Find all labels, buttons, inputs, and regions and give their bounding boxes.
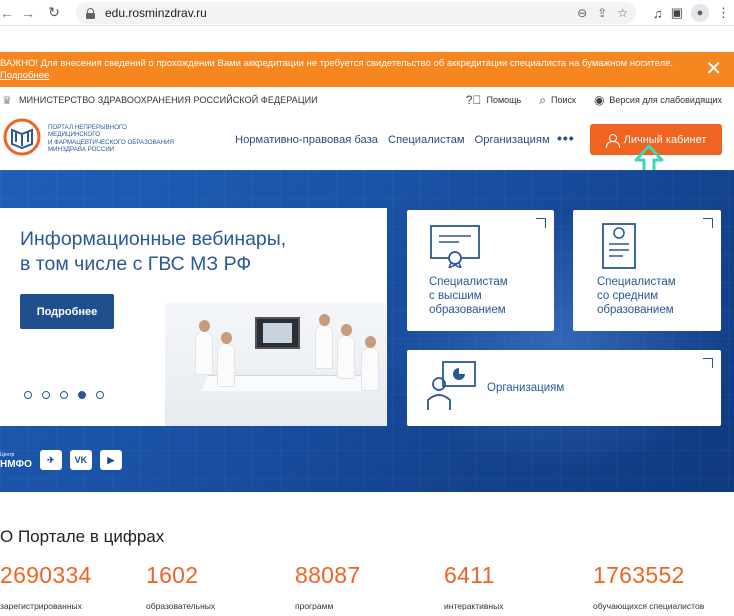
stat-item: 2690334 зарегистрированных	[0, 562, 92, 611]
hero-banner: Информационные вебинары, в том числе с Г…	[0, 170, 734, 492]
main-nav: Нормативно-правовая база Специалистам Ор…	[235, 134, 550, 146]
stat-value: 88087	[295, 562, 361, 588]
stat-label: интерактивных	[444, 601, 504, 611]
alert-more-link[interactable]: Подробнее	[0, 70, 734, 81]
vk-icon[interactable]: VK	[69, 450, 92, 470]
video-screen	[255, 317, 300, 349]
alert-text: ВАЖНО! Для внесения сведений о прохожден…	[0, 58, 674, 69]
back-arrow-icon[interactable]: ←	[0, 3, 14, 23]
emblem-icon: ♛	[2, 95, 12, 107]
question-icon: ?⃝	[465, 93, 482, 107]
card-organizations[interactable]: Организациям	[407, 350, 721, 426]
url-text[interactable]: edu.rosminzdrav.ru	[105, 6, 207, 20]
corner-icon	[703, 358, 713, 368]
card-middle-label: Специалистам со средним образованием	[597, 276, 676, 316]
doctor-figure	[361, 336, 379, 391]
stat-item: 88087 программ	[295, 562, 360, 611]
stat-item: 6411 интерактивных	[444, 562, 503, 611]
slider-dot[interactable]	[24, 391, 32, 399]
stat-value: 6411	[444, 562, 495, 588]
corner-icon	[536, 218, 546, 228]
forward-arrow-icon[interactable]: →	[18, 3, 38, 23]
accessibility-link[interactable]: ◉ Версия для слабовидящих	[594, 93, 722, 107]
stat-label: обучающихся специалистов	[593, 601, 705, 611]
card-middle-education[interactable]: Специалистам со средним образованием	[573, 210, 721, 331]
address-bar[interactable]: edu.rosminzdrav.ru ⊖ ⇪ ☆	[76, 2, 636, 24]
user-icon	[605, 133, 620, 148]
card-higher-education[interactable]: Специалистам с высшим образованием	[407, 210, 554, 331]
menu-dots-icon[interactable]: ⋮	[717, 5, 730, 21]
slider-dot[interactable]	[60, 391, 68, 399]
doctor-figure	[195, 320, 213, 375]
stat-item: 1602 образовательных	[146, 562, 215, 611]
help-link[interactable]: ?⃝ Помощь	[466, 93, 521, 107]
nav-specialists[interactable]: Специалистам	[388, 134, 465, 146]
portal-name[interactable]: ПОРТАЛ НЕПРЕРЫВНОГО МЕДИЦИНСКОГО И ФАРМА…	[48, 124, 174, 154]
slider-dots	[24, 391, 104, 399]
stat-label: программ	[295, 601, 334, 611]
slider-dot-active[interactable]	[78, 391, 86, 399]
search-label: Поиск	[550, 95, 576, 105]
stat-value: 2690334	[0, 562, 92, 588]
telegram-icon[interactable]: ✈	[39, 450, 62, 470]
slide-title: Информационные вебинары, в том числе с Г…	[20, 228, 287, 275]
certificate-icon	[602, 223, 636, 269]
youtube-icon[interactable]: ▶	[99, 450, 122, 470]
portal-header: ПОРТАЛ НЕПРЕРЫВНОГО МЕДИЦИНСКОГО И ФАРМА…	[0, 114, 734, 168]
doctor-figure	[337, 324, 355, 379]
corner-icon	[703, 218, 713, 228]
hero-slide[interactable]: Информационные вебинары, в том числе с Г…	[0, 208, 387, 426]
stat-value: 1763552	[593, 562, 685, 588]
card-organizations-label: Организациям	[487, 382, 565, 394]
stat-label: зарегистрированных	[0, 601, 82, 611]
stat-value: 1602	[146, 562, 199, 588]
close-icon[interactable]: ✕	[705, 56, 722, 81]
portal-logo-icon[interactable]	[3, 118, 41, 156]
stats-row: 2690334 зарегистрированных 1602 образова…	[0, 562, 734, 616]
more-menu-icon[interactable]: •••	[557, 130, 575, 146]
zoom-icon[interactable]: ⊖	[577, 6, 587, 20]
important-alert-bar: ВАЖНО! Для внесения сведений о прохожден…	[0, 52, 734, 87]
lock-icon[interactable]	[86, 7, 95, 19]
media-icon[interactable]: ♫	[653, 6, 663, 21]
slide-more-button[interactable]: Подробнее	[20, 294, 114, 329]
accessibility-label: Версия для слабовидящих	[609, 95, 722, 105]
browser-toolbar: ← → ↻ edu.rosminzdrav.ru ⊖ ⇪ ☆ ♫ ▣ ● ⋮	[0, 0, 734, 26]
webinar-photo	[165, 303, 387, 426]
stat-label: образовательных	[146, 601, 216, 611]
presentation-icon	[427, 361, 476, 410]
diploma-icon	[430, 225, 480, 268]
stat-item: 1763552 обучающихся специалистов	[593, 562, 704, 611]
social-links: Центр НМФО ✈ VK ▶	[0, 450, 122, 470]
nav-legal-base[interactable]: Нормативно-правовая база	[235, 134, 378, 146]
ministry-name[interactable]: МИНИСТЕРСТВО ЗДРАВООХРАНЕНИЯ РОССИЙСКОЙ …	[19, 95, 318, 105]
slider-dot[interactable]	[96, 391, 104, 399]
profile-avatar-icon[interactable]: ●	[691, 4, 709, 22]
search-link[interactable]: ⌕ Поиск	[539, 93, 576, 108]
ministry-bar: ♛ МИНИСТЕРСТВО ЗДРАВООХРАНЕНИЯ РОССИЙСКО…	[0, 89, 734, 111]
sidebar-icon[interactable]: ▣	[671, 5, 683, 21]
nmfo-logo[interactable]: Центр НМФО	[0, 450, 32, 470]
stats-title: О Портале в цифрах	[0, 527, 165, 546]
share-icon[interactable]: ⇪	[597, 6, 607, 20]
doctor-figure	[217, 332, 235, 387]
help-label: Помощь	[486, 95, 522, 105]
reload-icon[interactable]: ↻	[44, 3, 64, 23]
card-higher-label: Специалистам с высшим образованием	[429, 276, 508, 316]
search-icon: ⌕	[539, 92, 546, 107]
bookmark-star-icon[interactable]: ☆	[617, 6, 628, 20]
eye-icon: ◉	[593, 93, 605, 107]
nav-organizations[interactable]: Организациям	[475, 134, 550, 146]
slider-dot[interactable]	[42, 391, 50, 399]
doctor-figure	[315, 314, 333, 369]
